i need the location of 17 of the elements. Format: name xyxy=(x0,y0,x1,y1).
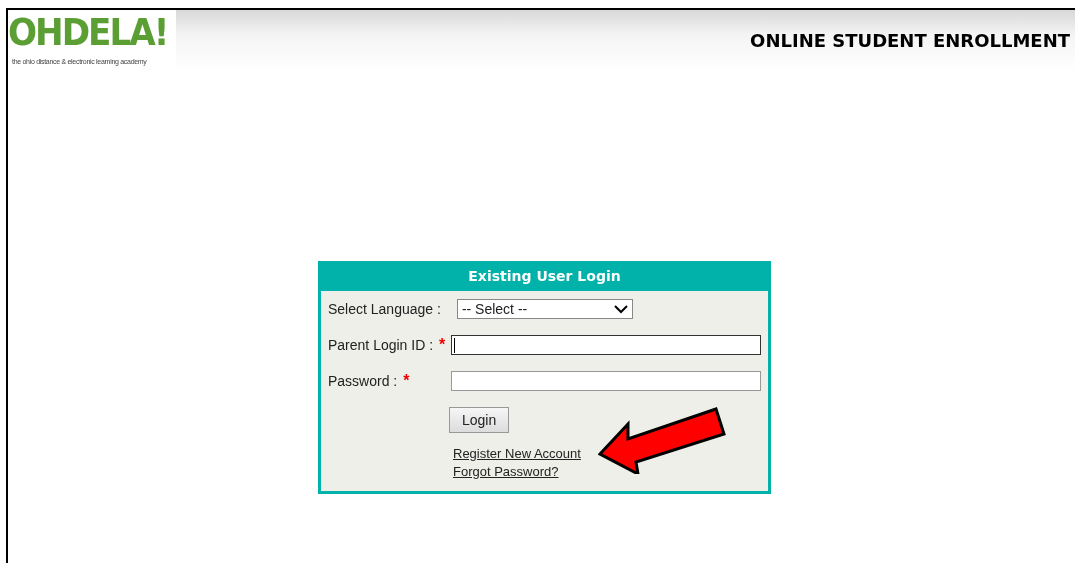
login-button[interactable]: Login xyxy=(449,406,510,433)
required-marker: * xyxy=(439,336,447,354)
field-label: Select Language : xyxy=(328,301,441,317)
page-title: ONLINE STUDENT ENROLLMENT xyxy=(750,30,1070,51)
chevron-icon xyxy=(614,304,628,314)
arrow-icon xyxy=(598,404,728,474)
text-link[interactable]: Register New Account xyxy=(453,446,581,461)
password-field[interactable] xyxy=(451,371,761,391)
required-marker: * xyxy=(403,372,411,390)
text-link[interactable]: Forgot Password? xyxy=(453,464,559,479)
language-dropdown[interactable]: -- Select -- xyxy=(456,299,633,319)
text-cursor xyxy=(454,338,455,353)
login-id-field[interactable] xyxy=(451,335,761,355)
panel-header: Existing User Login xyxy=(321,264,768,291)
field-label: Parent Login ID : xyxy=(328,337,434,353)
field-label: Password : xyxy=(328,373,398,389)
logo-wordmark: OHDELA! xyxy=(8,10,169,54)
